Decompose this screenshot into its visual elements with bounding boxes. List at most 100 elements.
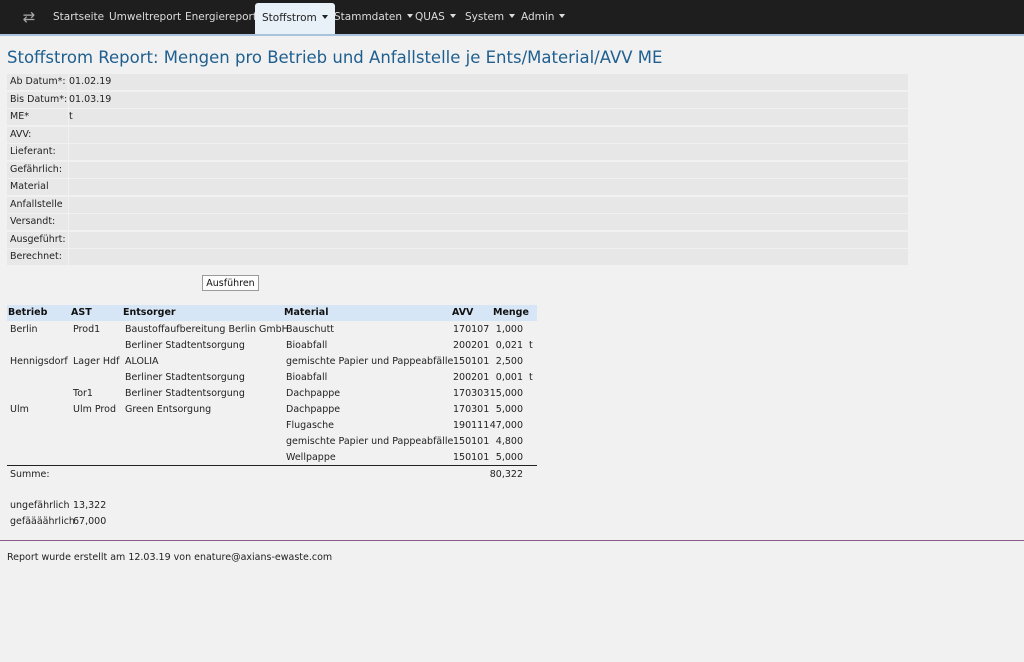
cell-avv: 200201 — [453, 372, 490, 383]
cell-avv: 150101 — [453, 452, 490, 463]
swap-arrows-icon[interactable]: ⇄ — [20, 9, 38, 25]
filter-value-field[interactable] — [69, 249, 908, 265]
footer-divider — [0, 540, 1024, 541]
cell-avv: 170303 — [453, 388, 490, 399]
cell-menge: 4,800 — [495, 436, 523, 447]
cell-betrieb: Berlin — [10, 324, 38, 335]
filter-value-field[interactable] — [69, 144, 908, 160]
table-row: Tor1 Berliner Stadtentsorgung Dachpappe 170… — [7, 386, 537, 402]
cell-menge: 0,021 — [495, 340, 523, 351]
nav-item-label: QUAS — [415, 11, 445, 23]
nav-item-label: Startseite — [53, 11, 105, 23]
filter-value-field[interactable] — [69, 214, 908, 230]
sum-row: Summe: 80,322 — [7, 467, 537, 483]
cell-material: Bioabfall — [286, 372, 328, 383]
filter-value-field[interactable] — [69, 161, 908, 178]
cell-avv: 170107 — [453, 324, 490, 335]
filter-row: Berechnet: — [7, 249, 908, 265]
cell-avv: 170301 — [453, 404, 490, 415]
cell-material: Wellpappe — [286, 452, 336, 463]
chevron-down-icon — [321, 15, 328, 19]
header-menge: Menge — [493, 307, 529, 318]
page-title: Stoffstrom Report: Mengen pro Betrieb un… — [7, 48, 663, 67]
run-report-button[interactable]: Ausführen — [202, 275, 259, 291]
nav-item-quas[interactable]: QUAS — [415, 0, 456, 34]
nav-item-admin[interactable]: Admin — [521, 0, 566, 34]
filter-label: ME* — [7, 109, 68, 125]
nav-item-label: Admin — [521, 11, 555, 23]
cell-ast: Tor1 — [73, 388, 93, 399]
cell-material: Dachpappe — [286, 388, 341, 399]
filter-label: Anfallstelle — [7, 196, 68, 213]
table-row: Berlin Prod1 Baustoffaufbereitung Berlin G… — [7, 322, 537, 338]
table-row: Berliner Stadtentsorgung Bioabfall 200201 0… — [7, 338, 537, 354]
header-entsorger: Entsorger — [123, 307, 176, 318]
filter-row: Anfallstelle — [7, 196, 908, 213]
filter-row: ME* t — [7, 109, 908, 125]
stat-row: gefäääährlich 67,000 — [7, 514, 207, 530]
filter-label: Gefährlich: — [7, 161, 68, 178]
cell-avv: 190111 — [453, 420, 490, 431]
filter-label: Versandt: — [7, 214, 68, 230]
header-material: Material — [284, 307, 329, 318]
nav-item-stoffstrom[interactable]: Stoffstrom — [255, 3, 335, 34]
cell-material: Dachpappe — [286, 404, 341, 415]
nav-item-system[interactable]: System — [465, 0, 516, 34]
cell-menge: 0,001 — [495, 372, 523, 383]
cell-betrieb: Ulm — [10, 404, 29, 415]
header-ast: AST — [71, 307, 92, 318]
top-navbar: ⇄ Startseite Umweltreport Energiereport Sto… — [0, 0, 1024, 36]
header-avv: AVV — [452, 307, 474, 318]
stat-label: gefäääährlich — [10, 516, 75, 527]
chevron-down-icon — [407, 14, 414, 18]
table-row: gemischte Papier und Pappeabfälle 150101 4… — [7, 434, 537, 450]
filter-value-field[interactable] — [69, 196, 908, 213]
cell-material: Flugasche — [286, 420, 335, 431]
stat-value: 67,000 — [73, 516, 107, 527]
cell-menge: 15,000 — [489, 388, 523, 399]
filter-row: Ab Datum*: 01.02.19 — [7, 74, 908, 90]
filter-label: Material — [7, 179, 68, 195]
filter-row: Material — [7, 179, 908, 195]
cell-material: Bioabfall — [286, 340, 328, 351]
chevron-down-icon — [559, 14, 566, 18]
cell-entsorger: Green Entsorgung — [125, 404, 212, 415]
table-row: Flugasche 190111 47,000 — [7, 418, 537, 434]
filter-row: Versandt: — [7, 214, 908, 230]
stat-label: ungefährlich — [10, 500, 70, 511]
filter-value-field[interactable] — [69, 126, 908, 143]
cell-ast: Ulm Prod — [73, 404, 116, 415]
nav-item-startseite[interactable]: Startseite — [53, 0, 104, 34]
cell-unit: t — [529, 340, 533, 351]
cell-material: gemischte Papier und Pappeabfälle — [286, 356, 454, 367]
nav-item-label: Umweltreport — [109, 11, 182, 23]
sum-value: 80,322 — [489, 469, 523, 480]
filter-row: Gefährlich: — [7, 161, 908, 178]
filter-row: Lieferant: — [7, 144, 908, 160]
nav-item-umweltreport[interactable]: Umweltreport — [109, 0, 181, 34]
cell-menge: 2,500 — [495, 356, 523, 367]
chevron-down-icon — [449, 14, 456, 18]
filter-label: Bis Datum*: — [7, 91, 68, 108]
cell-avv: 150101 — [453, 356, 490, 367]
filter-value-field[interactable] — [69, 231, 908, 248]
cell-menge: 5,000 — [495, 404, 523, 415]
nav-item-stammdaten[interactable]: Stammdaten — [334, 0, 414, 34]
stat-value: 13,322 — [73, 500, 107, 511]
filter-value-field[interactable] — [69, 179, 908, 195]
filter-value-field[interactable]: 01.02.19 — [69, 74, 908, 90]
filter-row: AVV: — [7, 126, 908, 143]
filter-value-field[interactable]: 01.03.19 — [69, 91, 908, 108]
filter-label: Berechnet: — [7, 249, 68, 265]
filter-value-field[interactable]: t — [69, 109, 908, 125]
cell-menge: 5,000 — [495, 452, 523, 463]
cell-betrieb: Hennigsdorf — [10, 356, 68, 367]
nav-item-label: Stammdaten — [334, 11, 403, 23]
cell-unit: t — [529, 372, 533, 383]
nav-item-label: System — [465, 11, 505, 23]
filter-label: Ab Datum*: — [7, 74, 68, 90]
filter-label: Ausgeführt: — [7, 231, 68, 248]
filter-label: Lieferant: — [7, 144, 68, 160]
nav-item-energiereport[interactable]: Energiereport — [185, 0, 257, 34]
cell-entsorger: Berliner Stadtentsorgung — [125, 372, 245, 383]
